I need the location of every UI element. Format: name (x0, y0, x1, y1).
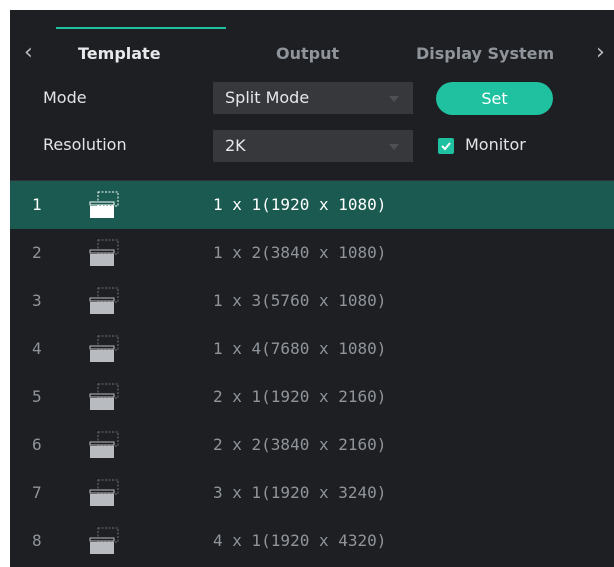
mode-label: Mode (43, 88, 87, 107)
active-tab-indicator (56, 27, 226, 29)
template-row-description: 4 x 1(1920 x 4320) (213, 531, 387, 550)
resolution-select-value: 2K (225, 136, 246, 155)
template-panel: ‹ Template Output Display System › Mode … (10, 10, 614, 567)
template-row-number: 2 (32, 243, 42, 262)
window-layout-icon (89, 479, 119, 506)
template-row-number: 7 (32, 483, 42, 502)
mode-select[interactable]: Split Mode (213, 82, 413, 114)
template-row-description: 1 x 1(1920 x 1080) (213, 195, 387, 214)
template-row[interactable]: 4 1 x 4(7680 x 1080) (10, 325, 614, 373)
window-layout-icon (89, 239, 119, 266)
tab-output[interactable]: Output (276, 44, 339, 63)
tab-bar: ‹ Template Output Display System › (10, 10, 614, 73)
tab-template[interactable]: Template (78, 44, 161, 63)
template-row[interactable]: 5 2 x 1(1920 x 2160) (10, 373, 614, 421)
template-row-description: 1 x 3(5760 x 1080) (213, 291, 387, 310)
resolution-select[interactable]: 2K (213, 130, 413, 162)
template-row-number: 8 (32, 531, 42, 550)
template-list: 1 1 x 1(1920 x 1080) 2 1 x 2(3840 x 1080) 3 1… (10, 181, 614, 565)
chevron-left-icon[interactable]: ‹ (24, 42, 33, 64)
window-layout-icon (89, 527, 119, 554)
window-layout-icon (89, 191, 119, 218)
resolution-label: Resolution (43, 135, 127, 154)
template-row-number: 4 (32, 339, 42, 358)
template-row-number: 3 (32, 291, 42, 310)
template-row-description: 2 x 1(1920 x 2160) (213, 387, 387, 406)
template-row[interactable]: 7 3 x 1(1920 x 3240) (10, 469, 614, 517)
template-row[interactable]: 8 4 x 1(1920 x 4320) (10, 517, 614, 565)
template-row-description: 1 x 4(7680 x 1080) (213, 339, 387, 358)
template-row[interactable]: 1 1 x 1(1920 x 1080) (10, 181, 614, 229)
window-layout-icon (89, 383, 119, 410)
dropdown-caret-icon (389, 96, 399, 102)
template-row[interactable]: 2 1 x 2(3840 x 1080) (10, 229, 614, 277)
mode-select-value: Split Mode (225, 88, 310, 107)
template-row-number: 1 (32, 195, 42, 214)
window-layout-icon (89, 335, 119, 362)
monitor-label: Monitor (465, 135, 526, 154)
template-row[interactable]: 3 1 x 3(5760 x 1080) (10, 277, 614, 325)
template-row-description: 3 x 1(1920 x 3240) (213, 483, 387, 502)
check-icon (441, 142, 451, 151)
template-row-description: 1 x 2(3840 x 1080) (213, 243, 387, 262)
template-row-number: 5 (32, 387, 42, 406)
chevron-right-icon[interactable]: › (596, 42, 605, 64)
tab-display-system[interactable]: Display System (416, 44, 554, 63)
dropdown-caret-icon (389, 144, 399, 150)
window-layout-icon (89, 287, 119, 314)
template-row-number: 6 (32, 435, 42, 454)
monitor-checkbox[interactable] (438, 138, 454, 154)
set-button[interactable]: Set (436, 82, 553, 115)
template-row[interactable]: 6 2 x 2(3840 x 2160) (10, 421, 614, 469)
template-row-description: 2 x 2(3840 x 2160) (213, 435, 387, 454)
window-layout-icon (89, 431, 119, 458)
